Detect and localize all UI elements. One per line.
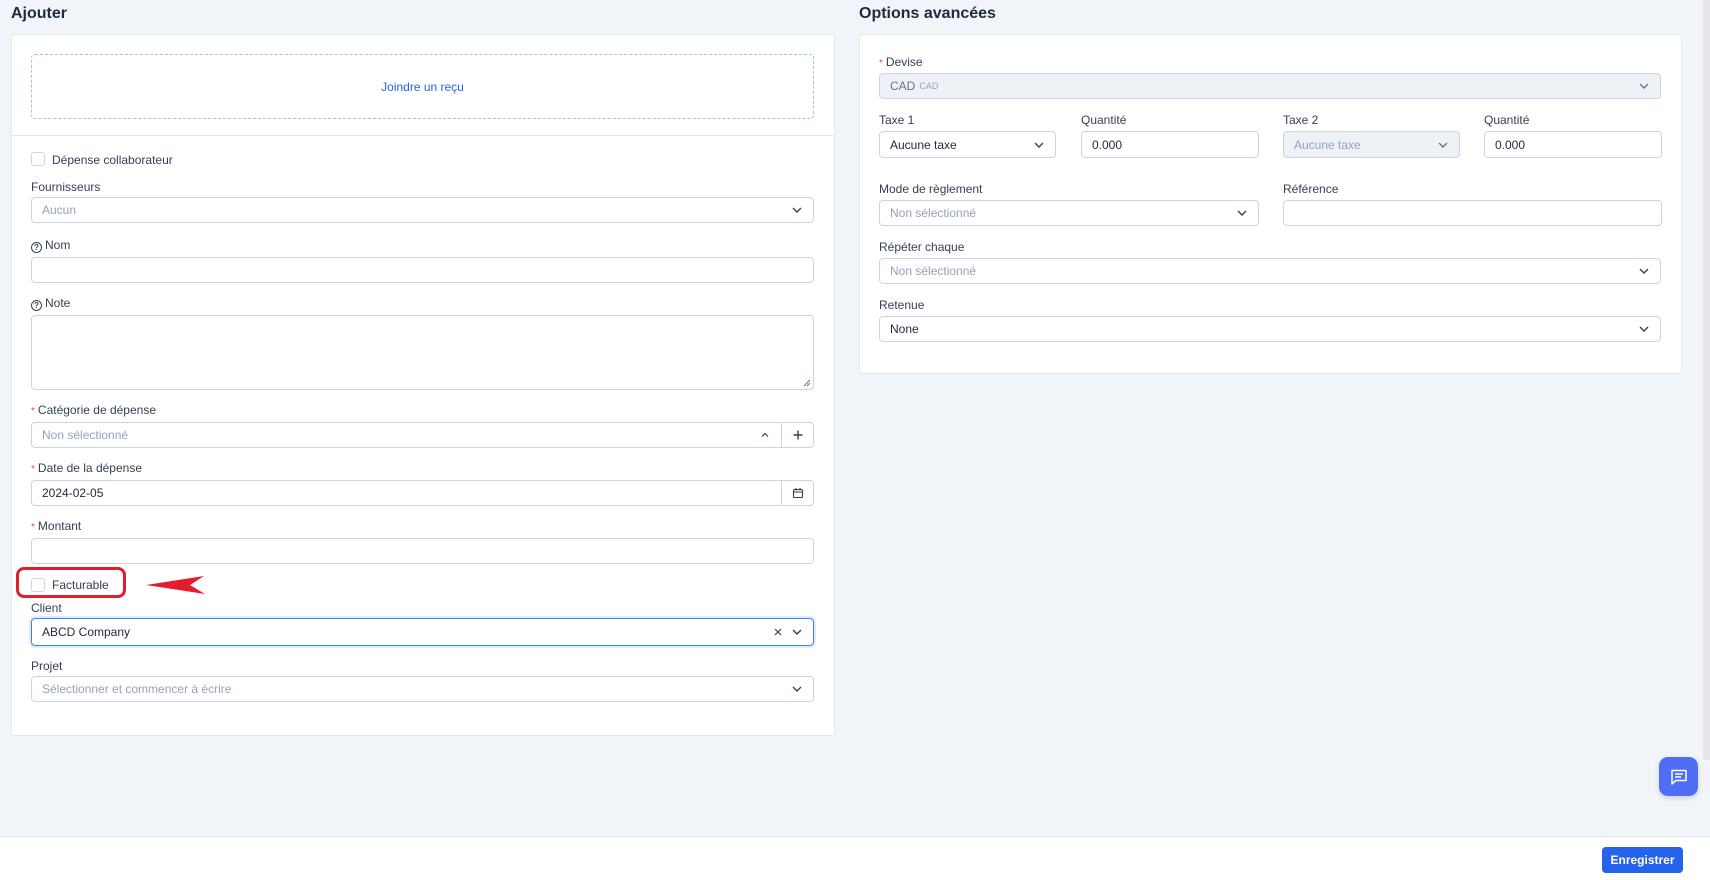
chevron-down-icon <box>1638 265 1650 277</box>
qty1-input[interactable]: 0.000 <box>1081 131 1259 158</box>
calendar-icon <box>792 488 803 499</box>
date-label-wrap: * Date de la dépense <box>31 461 142 475</box>
employee-expense-label: Dépense collaborateur <box>52 153 173 167</box>
note-textarea[interactable] <box>31 315 814 390</box>
advanced-options-panel: * Devise CAD CAD Taxe 1 Aucune taxe Quant… <box>859 34 1682 374</box>
qty2-value: 0.000 <box>1495 137 1526 152</box>
project-select[interactable]: Sélectionner et commencer à écrire <box>31 676 814 702</box>
annotation-highlight <box>16 567 126 598</box>
tax1-value: Aucune taxe <box>890 137 957 152</box>
tax2-select[interactable]: Aucune taxe <box>1283 131 1460 158</box>
category-label-wrap: * Catégorie de dépense <box>31 403 156 417</box>
qty2-input[interactable]: 0.000 <box>1484 131 1662 158</box>
category-placeholder: Non sélectionné <box>42 428 129 442</box>
currency-code: CAD <box>919 81 939 91</box>
resize-handle-icon[interactable] <box>803 379 811 387</box>
amount-input[interactable] <box>31 538 814 564</box>
tax2-value: Aucune taxe <box>1294 137 1361 152</box>
add-section-title: Ajouter <box>11 5 67 22</box>
reference-input[interactable] <box>1283 200 1662 226</box>
advanced-options-title: Options avancées <box>859 5 996 22</box>
chevron-down-icon <box>791 626 803 638</box>
divider <box>12 135 834 136</box>
qty1-label: Quantité <box>1081 113 1127 127</box>
currency-label-wrap: * Devise <box>879 55 923 69</box>
receipt-link[interactable]: Joindre un reçu <box>381 80 464 94</box>
chat-icon <box>1670 769 1687 785</box>
required-marker: * <box>31 406 35 417</box>
qty1-value: 0.000 <box>1092 137 1123 152</box>
date-input[interactable]: 2024-02-05 <box>31 480 782 506</box>
reference-label: Référence <box>1283 182 1339 196</box>
retention-value: None <box>890 322 919 336</box>
employee-expense-checkbox[interactable] <box>31 152 45 166</box>
scrollbar[interactable] <box>1703 0 1710 760</box>
retention-select[interactable]: None <box>879 316 1661 342</box>
calendar-button[interactable] <box>781 480 814 506</box>
name-label: Nom <box>45 238 71 252</box>
suppliers-placeholder: Aucun <box>42 203 77 217</box>
suppliers-label: Fournisseurs <box>31 180 101 194</box>
note-label-wrap: ? Note <box>31 296 70 311</box>
chevron-down-icon <box>791 204 803 216</box>
tax1-select[interactable]: Aucune taxe <box>879 131 1056 158</box>
client-select[interactable]: ABCD Company <box>31 618 814 646</box>
add-category-button[interactable] <box>781 422 814 448</box>
suppliers-select[interactable]: Aucun <box>31 197 814 223</box>
chevron-down-icon <box>1437 139 1449 151</box>
required-marker: * <box>31 522 35 533</box>
footer-bar <box>0 836 1710 880</box>
payment-mode-select[interactable]: Non sélectionné <box>879 200 1259 226</box>
tax1-label: Taxe 1 <box>879 113 915 127</box>
receipt-dropzone[interactable]: Joindre un reçu <box>31 54 814 119</box>
category-label: Catégorie de dépense <box>37 403 156 417</box>
chat-button[interactable] <box>1659 757 1698 796</box>
client-value: ABCD Company <box>42 625 131 639</box>
chevron-down-icon <box>1033 139 1045 151</box>
plus-icon <box>793 430 802 440</box>
note-label: Note <box>45 296 71 310</box>
save-button[interactable]: Enregistrer <box>1602 847 1683 873</box>
project-placeholder: Sélectionner et commencer à écrire <box>42 682 232 696</box>
chevron-down-icon <box>1638 80 1650 92</box>
help-icon: ? <box>31 300 42 311</box>
annotation-arrow-icon <box>146 576 205 594</box>
qty2-label: Quantité <box>1484 113 1530 127</box>
repeat-select[interactable]: Non sélectionné <box>879 258 1661 284</box>
add-expense-panel: Joindre un reçu Dépense collaborateur Fo… <box>11 34 835 736</box>
name-input[interactable] <box>31 257 814 283</box>
amount-label: Montant <box>37 519 82 533</box>
tax2-label: Taxe 2 <box>1283 113 1319 127</box>
chevron-down-icon <box>1638 323 1650 335</box>
name-label-wrap: ? Nom <box>31 238 70 253</box>
currency-value: CAD <box>890 79 916 93</box>
date-label: Date de la dépense <box>37 461 142 475</box>
currency-label: Devise <box>885 55 923 69</box>
chevron-up-icon <box>759 429 771 441</box>
payment-mode-label: Mode de règlement <box>879 182 983 196</box>
help-icon: ? <box>31 242 42 253</box>
required-marker: * <box>31 464 35 475</box>
repeat-placeholder: Non sélectionné <box>890 264 977 278</box>
chevron-down-icon <box>1236 207 1248 219</box>
close-icon[interactable] <box>772 626 784 638</box>
required-marker: * <box>879 58 883 69</box>
repeat-label: Répéter chaque <box>879 240 965 254</box>
category-select[interactable]: Non sélectionné <box>31 422 782 448</box>
client-label: Client <box>31 601 62 615</box>
payment-mode-placeholder: Non sélectionné <box>890 206 977 220</box>
date-value: 2024-02-05 <box>42 486 104 500</box>
amount-label-wrap: * Montant <box>31 519 81 533</box>
currency-select[interactable]: CAD CAD <box>879 73 1661 99</box>
chevron-down-icon <box>791 683 803 695</box>
retention-label: Retenue <box>879 298 925 312</box>
project-label: Projet <box>31 659 63 673</box>
